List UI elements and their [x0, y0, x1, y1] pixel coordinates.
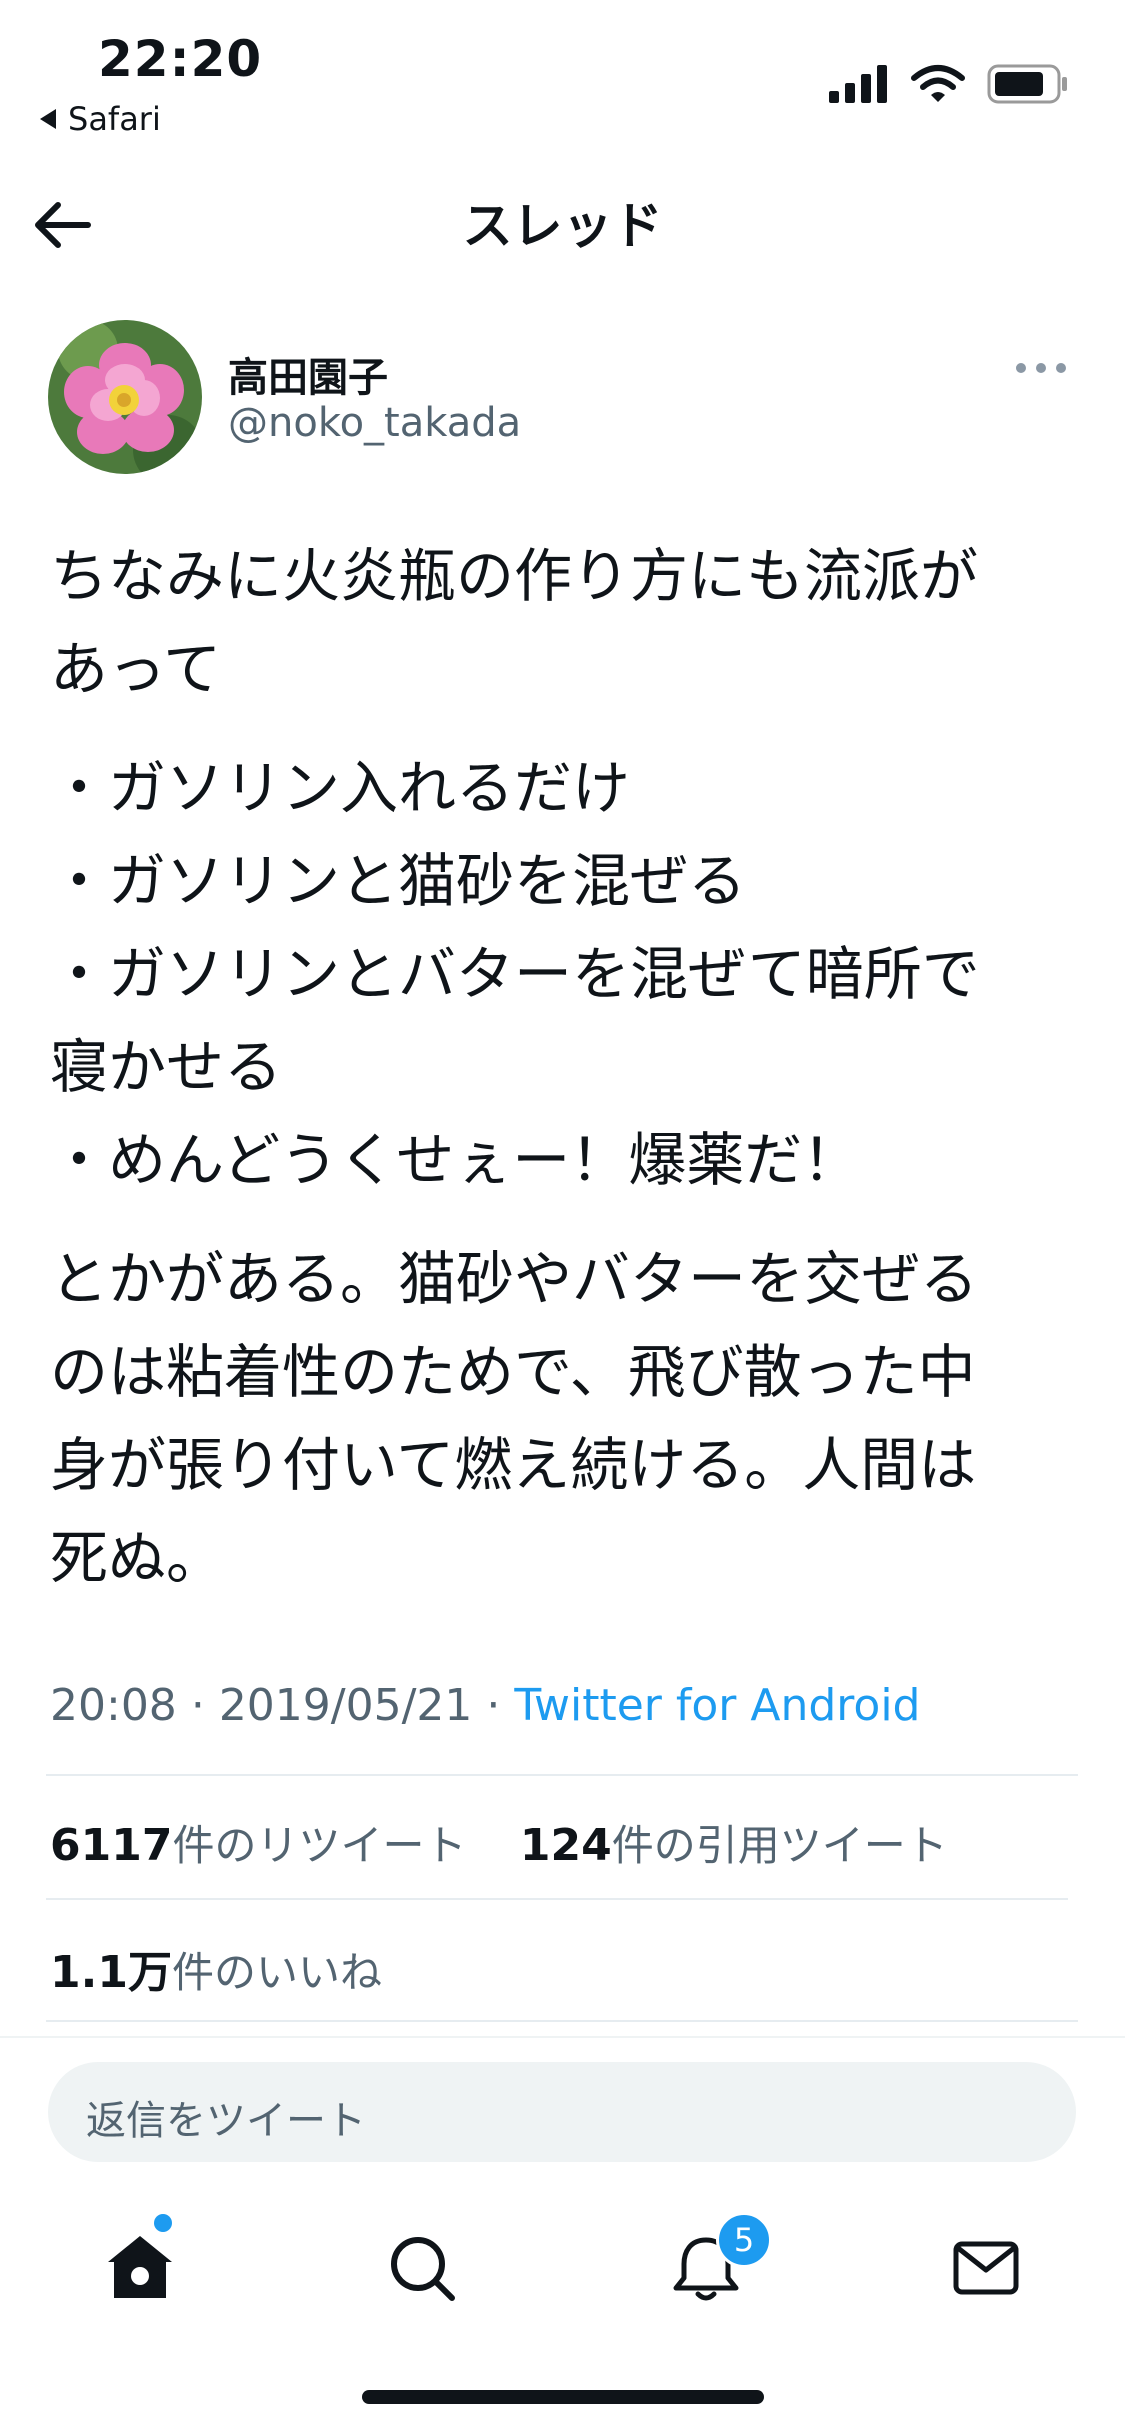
status-icons	[829, 64, 1069, 108]
notification-badge: 5	[716, 2212, 772, 2268]
tweet-line: ちなみに火炎瓶の作り方にも流派が	[50, 542, 979, 610]
back-app-label: Safari	[68, 100, 161, 138]
retweets-count: 6117	[50, 1820, 173, 1871]
more-button[interactable]	[1011, 350, 1071, 386]
tweet-line: あって	[50, 635, 222, 703]
back-triangle-icon	[38, 100, 58, 138]
tweet-client-link[interactable]: Twitter for Android	[514, 1680, 920, 1731]
cellular-signal-icon	[829, 65, 889, 107]
tweet-line: のは粘着性のためで、飛び散った中	[50, 1338, 976, 1406]
tweet-text: ちなみに火炎瓶の作り方にも流派が あって ・ガソリン入れるだけ ・ガソリンと猫砂…	[50, 530, 1070, 1605]
tab-home[interactable]	[102, 2230, 178, 2306]
bell-icon	[668, 2237, 744, 2310]
search-icon	[384, 2237, 460, 2310]
author-name[interactable]: 高田園子	[228, 345, 388, 403]
tweet-list-line: ・ガソリン入れるだけ	[50, 754, 631, 822]
tweet-list-line: ・ガソリンと猫砂を混ぜる	[50, 847, 747, 915]
tweet-date: 2019/05/21	[218, 1680, 473, 1731]
likes-label: 件のいいね	[171, 1948, 382, 1997]
author-handle[interactable]: @noko_takada	[228, 400, 521, 446]
tweet-line: とかがある。猫砂やバターを交ぜる	[50, 1245, 979, 1313]
avatar[interactable]	[48, 320, 202, 474]
home-icon	[102, 2236, 178, 2310]
more-horizontal-icon	[1011, 363, 1071, 390]
tweet-meta: 20:08 · 2019/05/21 · Twitter for Android	[50, 1680, 920, 1731]
tweet-list-line: ・めんどうくせぇー！爆薬だ！	[50, 1126, 861, 1194]
wifi-icon	[911, 64, 965, 108]
divider	[46, 2020, 1078, 2022]
quotes-count: 124	[519, 1820, 612, 1871]
back-to-app-link[interactable]: Safari	[38, 100, 161, 138]
tab-search[interactable]	[384, 2230, 460, 2306]
divider	[0, 2036, 1125, 2038]
quotes-label: 件の引用ツイート	[611, 1821, 948, 1870]
tweet-time: 20:08	[50, 1680, 177, 1731]
quotes-link[interactable]: 124件の引用ツイート	[519, 1820, 948, 1871]
retweets-link[interactable]: 6117件のリツイート	[50, 1820, 467, 1871]
status-time: 22:20	[98, 30, 263, 88]
tweet-line: 身が張り付いて燃え続ける。人間は	[50, 1431, 977, 1499]
retweets-label: 件のリツイート	[172, 1821, 467, 1870]
tweet-list-line: 寝かせる	[50, 1033, 283, 1101]
mail-icon	[948, 2241, 1024, 2310]
page-title: スレッド	[462, 197, 663, 255]
tab-messages[interactable]	[948, 2230, 1024, 2306]
tweet-line: 死ぬ。	[50, 1524, 225, 1592]
tweet-list-line: ・ガソリンとバターを混ぜて暗所で	[50, 940, 980, 1008]
battery-icon	[987, 64, 1069, 108]
meta-separator: ·	[486, 1680, 501, 1731]
retweet-stats: 6117件のリツイート 124件の引用ツイート	[50, 1812, 948, 1873]
divider	[46, 1774, 1078, 1776]
likes-count: 1.1万	[50, 1947, 172, 1998]
home-indicator[interactable]	[362, 2390, 764, 2404]
reply-placeholder: 返信をツイート	[86, 2098, 366, 2144]
divider	[46, 1898, 1068, 1900]
likes-link[interactable]: 1.1万件のいいね	[50, 1936, 382, 2000]
meta-separator: ·	[190, 1680, 205, 1731]
home-unread-dot	[154, 2214, 172, 2232]
